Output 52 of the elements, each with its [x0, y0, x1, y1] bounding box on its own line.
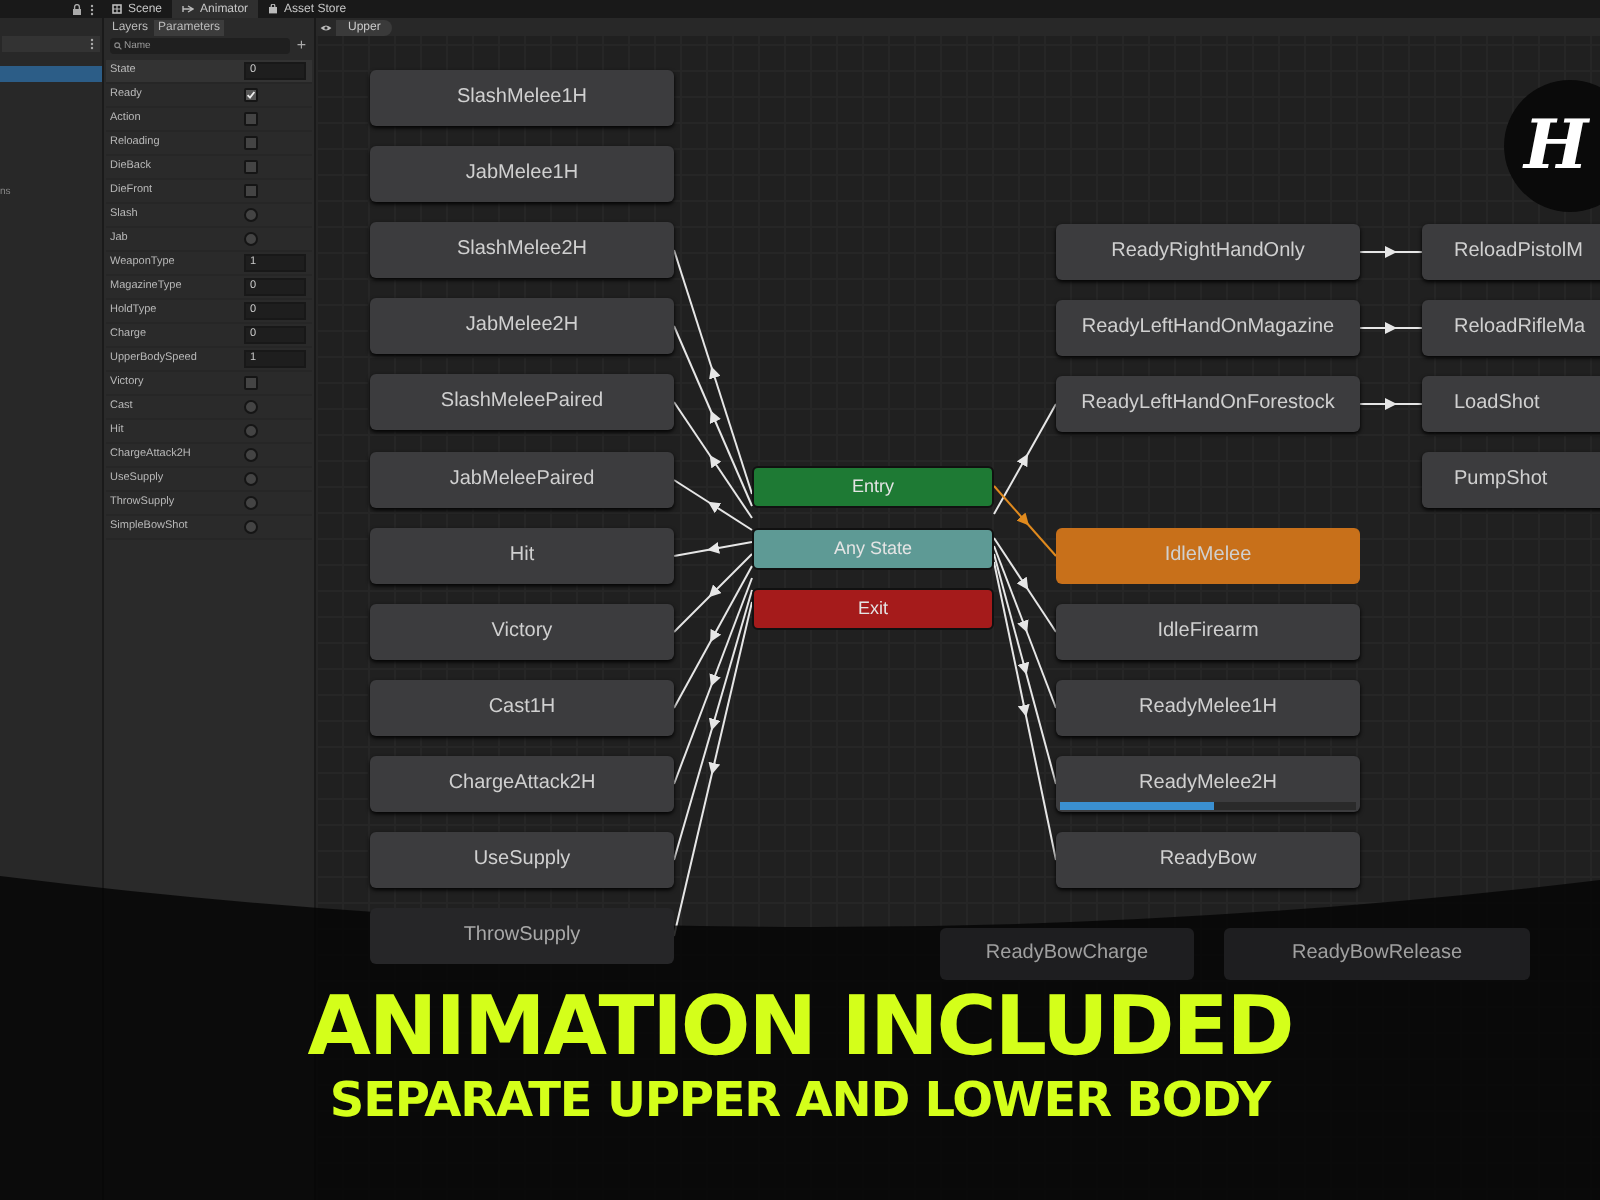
trigger-radio[interactable]	[244, 496, 258, 510]
state-node[interactable]: ReadyBowCharge	[940, 928, 1194, 980]
add-parameter-button[interactable]: +	[294, 38, 308, 54]
state-node[interactable]: IdleFirearm	[1056, 604, 1360, 660]
eye-icon[interactable]	[320, 23, 332, 31]
state-node[interactable]: ReloadRifleMa	[1422, 300, 1600, 356]
parameter-checkbox[interactable]	[244, 112, 258, 126]
parameter-checkbox[interactable]	[244, 160, 258, 174]
state-node[interactable]: ThrowSupply	[370, 908, 674, 965]
trigger-radio[interactable]	[244, 472, 258, 486]
state-node[interactable]: JabMeleePaired	[370, 451, 674, 507]
state-node[interactable]: LoadShot	[1422, 376, 1600, 432]
node-graph-icon	[182, 4, 195, 14]
state-node[interactable]: ReadyLeftHandOnForestock	[1056, 376, 1360, 432]
trigger-radio[interactable]	[244, 400, 258, 414]
state-node[interactable]: ReloadPistolM	[1422, 224, 1600, 280]
grid-icon	[112, 4, 122, 14]
state-node[interactable]: SlashMeleePaired	[370, 374, 674, 431]
state-node[interactable]: ReadyBowRelease	[1224, 928, 1530, 980]
state-node[interactable]: PumpShot	[1422, 452, 1600, 508]
state-node[interactable]: ReadyBow	[1056, 832, 1360, 888]
banner-title: ANIMATION INCLUDED	[307, 986, 1293, 1068]
state-node[interactable]: Hit	[370, 527, 674, 584]
state-node[interactable]: ReadyMelee1H	[1056, 680, 1360, 736]
state-node[interactable]: JabMelee2H	[370, 298, 674, 355]
state-node[interactable]: ReadyLeftHandOnMagazine	[1056, 300, 1360, 356]
logo-letter: H	[1523, 112, 1592, 180]
state-node[interactable]: Exit	[752, 588, 994, 630]
state-node[interactable]: JabMelee1H	[370, 146, 674, 203]
lock-icon[interactable]	[72, 3, 82, 15]
trigger-radio[interactable]	[244, 232, 258, 246]
state-node[interactable]: SlashMelee2H	[370, 222, 674, 279]
trigger-radio[interactable]	[244, 448, 258, 462]
state-node[interactable]: Entry	[752, 466, 994, 508]
state-node[interactable]: Victory	[370, 603, 674, 660]
state-node[interactable]: SlashMelee1H	[370, 70, 674, 126]
state-node[interactable]: ReadyRightHandOnly	[1056, 224, 1360, 280]
hierarchy-search-field[interactable]	[2, 36, 100, 52]
banner-subtitle: SEPARATE UPPER AND LOWER BODY	[329, 1076, 1271, 1124]
trigger-radio[interactable]	[244, 520, 258, 534]
parameter-checkbox[interactable]	[244, 184, 258, 198]
search-icon	[114, 42, 122, 50]
parameter-checkbox[interactable]	[244, 88, 258, 102]
parameter-checkbox[interactable]	[244, 376, 258, 390]
state-node[interactable]: Cast1H	[370, 679, 674, 736]
bag-icon	[268, 4, 279, 14]
state-node[interactable]: UseSupply	[370, 832, 674, 888]
trigger-radio[interactable]	[244, 424, 258, 438]
trigger-radio[interactable]	[244, 208, 258, 222]
state-node[interactable]: ReadyMelee2H	[1056, 756, 1360, 812]
parameter-checkbox[interactable]	[244, 136, 258, 150]
state-node[interactable]: ChargeAttack2H	[370, 755, 674, 812]
